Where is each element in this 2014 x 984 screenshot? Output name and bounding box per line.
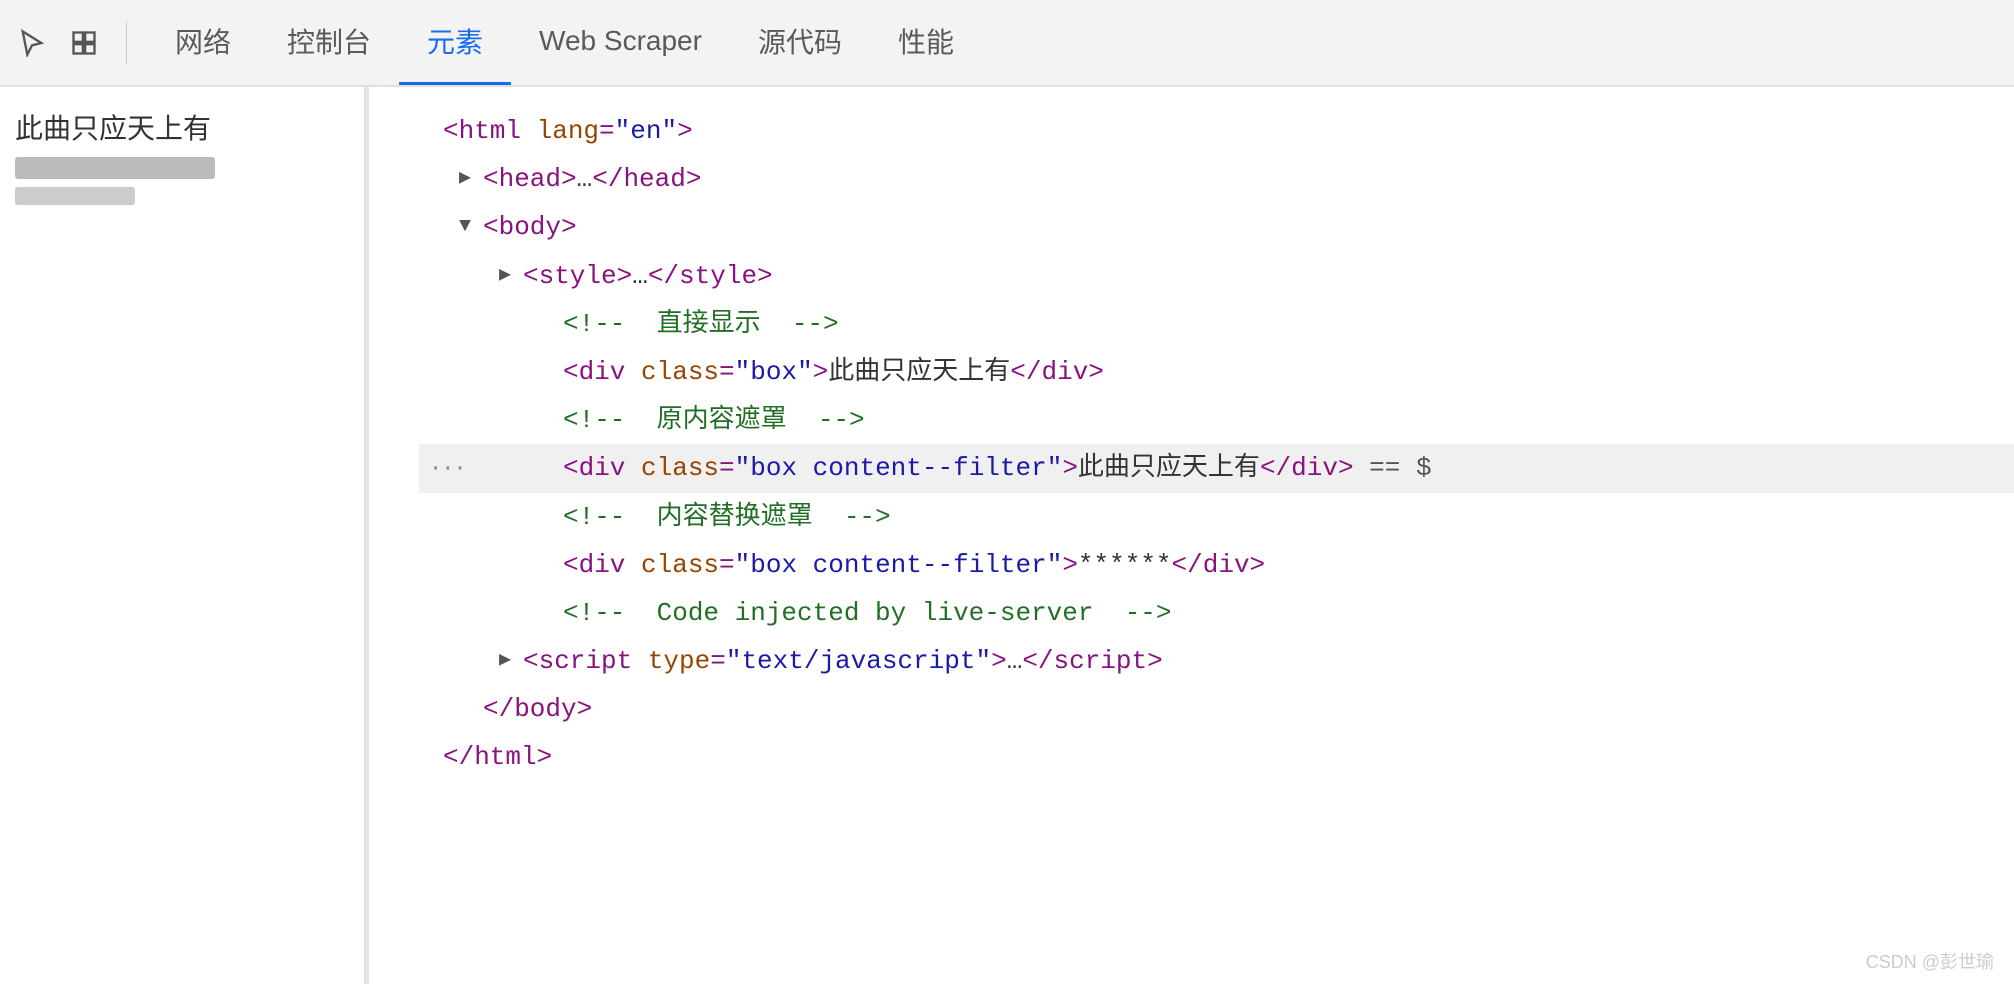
main-content: 此曲只应天上有 <html lang="en"> <head>…</head> …	[0, 87, 2014, 984]
left-panel: 此曲只应天上有	[0, 87, 365, 984]
toolbar-icon-group	[10, 21, 127, 65]
watermark: CSDN @彭世瑜	[1866, 948, 1994, 974]
code-line-html[interactable]: <html lang="en">	[419, 107, 2014, 155]
expand-arrow-style[interactable]	[499, 259, 519, 293]
cursor-tool-button[interactable]	[10, 21, 54, 65]
page-title: 此曲只应天上有	[15, 107, 349, 147]
devtools-toolbar: 网络 控制台 元素 Web Scraper 源代码 性能	[0, 0, 2014, 87]
code-line-comment3[interactable]: <!-- 内容替换遮罩 -->	[419, 493, 2014, 541]
code-line-comment4[interactable]: <!-- Code injected by live-server -->	[419, 589, 2014, 637]
code-line-style[interactable]: <style>…</style>	[419, 252, 2014, 300]
tab-elements[interactable]: 元素	[399, 0, 511, 85]
expand-arrow-body[interactable]	[459, 210, 479, 244]
code-line-div1[interactable]: <div class="box">此曲只应天上有</div>	[419, 348, 2014, 396]
devtools-tabs: 网络 控制台 元素 Web Scraper 源代码 性能	[147, 0, 982, 85]
page-sub2-blurred	[15, 187, 135, 205]
tab-performance[interactable]: 性能	[870, 0, 982, 85]
tab-sources[interactable]: 源代码	[730, 0, 870, 85]
code-line-div2-highlighted[interactable]: ··· <div class="box content--filter">此曲只…	[419, 444, 2014, 492]
expand-arrow-head[interactable]	[459, 162, 479, 196]
line-dots: ···	[429, 450, 466, 487]
code-line-body[interactable]: <body>	[419, 203, 2014, 251]
tab-network[interactable]: 网络	[147, 0, 259, 85]
code-line-comment1[interactable]: <!-- 直接显示 -->	[419, 300, 2014, 348]
code-line-html-close[interactable]: </html>	[419, 733, 2014, 781]
code-line-div3[interactable]: <div class="box content--filter">******<…	[419, 541, 2014, 589]
code-view: <html lang="en"> <head>…</head> <body> <…	[369, 107, 2014, 782]
page-subtitle-blurred	[15, 157, 215, 179]
right-panel: <html lang="en"> <head>…</head> <body> <…	[369, 87, 2014, 984]
code-line-script[interactable]: <script type="text/javascript">…</script…	[419, 637, 2014, 685]
code-line-head[interactable]: <head>…</head>	[419, 155, 2014, 203]
code-line-comment2[interactable]: <!-- 原内容遮罩 -->	[419, 396, 2014, 444]
tab-webscraper[interactable]: Web Scraper	[511, 0, 730, 85]
tab-console[interactable]: 控制台	[259, 0, 399, 85]
code-line-body-close[interactable]: </body>	[419, 685, 2014, 733]
inspect-element-button[interactable]	[62, 21, 106, 65]
expand-arrow-script[interactable]	[499, 644, 519, 678]
